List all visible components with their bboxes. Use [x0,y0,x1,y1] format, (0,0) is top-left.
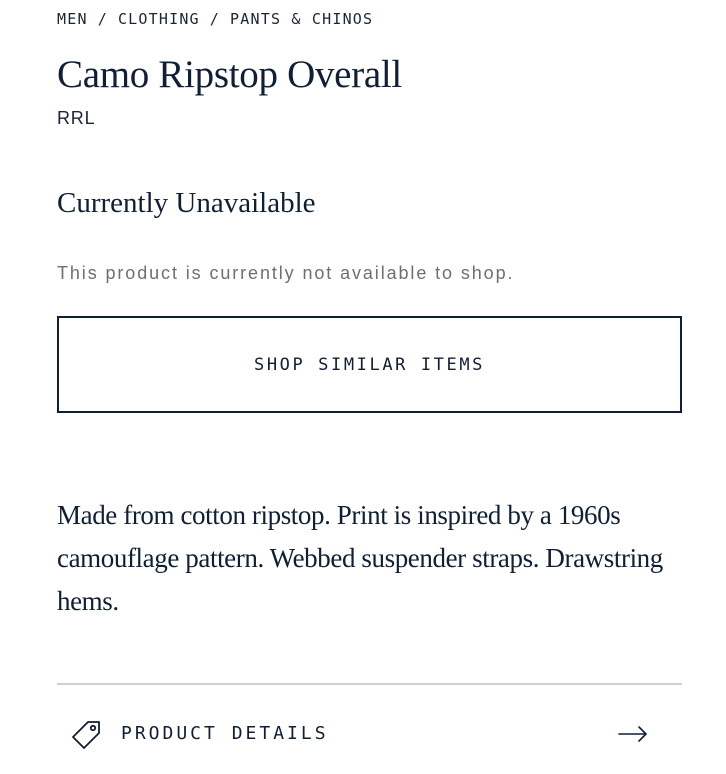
breadcrumb-separator: / [97,10,108,28]
breadcrumb-item-pants-chinos[interactable]: PANTS & CHINOS [230,10,373,28]
divider [57,683,682,685]
breadcrumb: MEN / CLOTHING / PANTS & CHINOS [57,10,373,28]
breadcrumb-item-clothing[interactable]: CLOTHING [118,10,200,28]
product-brand[interactable]: RRL [57,108,95,129]
product-title: Camo Ripstop Overall [57,53,402,96]
product-details-accordion[interactable]: PRODUCT DETAILS [57,705,682,763]
shop-similar-items-label: SHOP SIMILAR ITEMS [253,354,486,375]
shop-similar-items-button[interactable]: SHOP SIMILAR ITEMS [57,316,682,413]
breadcrumb-separator: / [209,10,221,28]
product-description: Made from cotton ripstop. Print is inspi… [57,500,663,616]
availability-heading: Currently Unavailable [57,187,316,219]
availability-message: This product is currently not available … [57,263,515,283]
product-details-label: PRODUCT DETAILS [121,723,329,744]
tag-icon [72,721,100,749]
breadcrumb-item-men[interactable]: MEN [57,10,88,28]
arrow-right-icon [618,726,647,742]
